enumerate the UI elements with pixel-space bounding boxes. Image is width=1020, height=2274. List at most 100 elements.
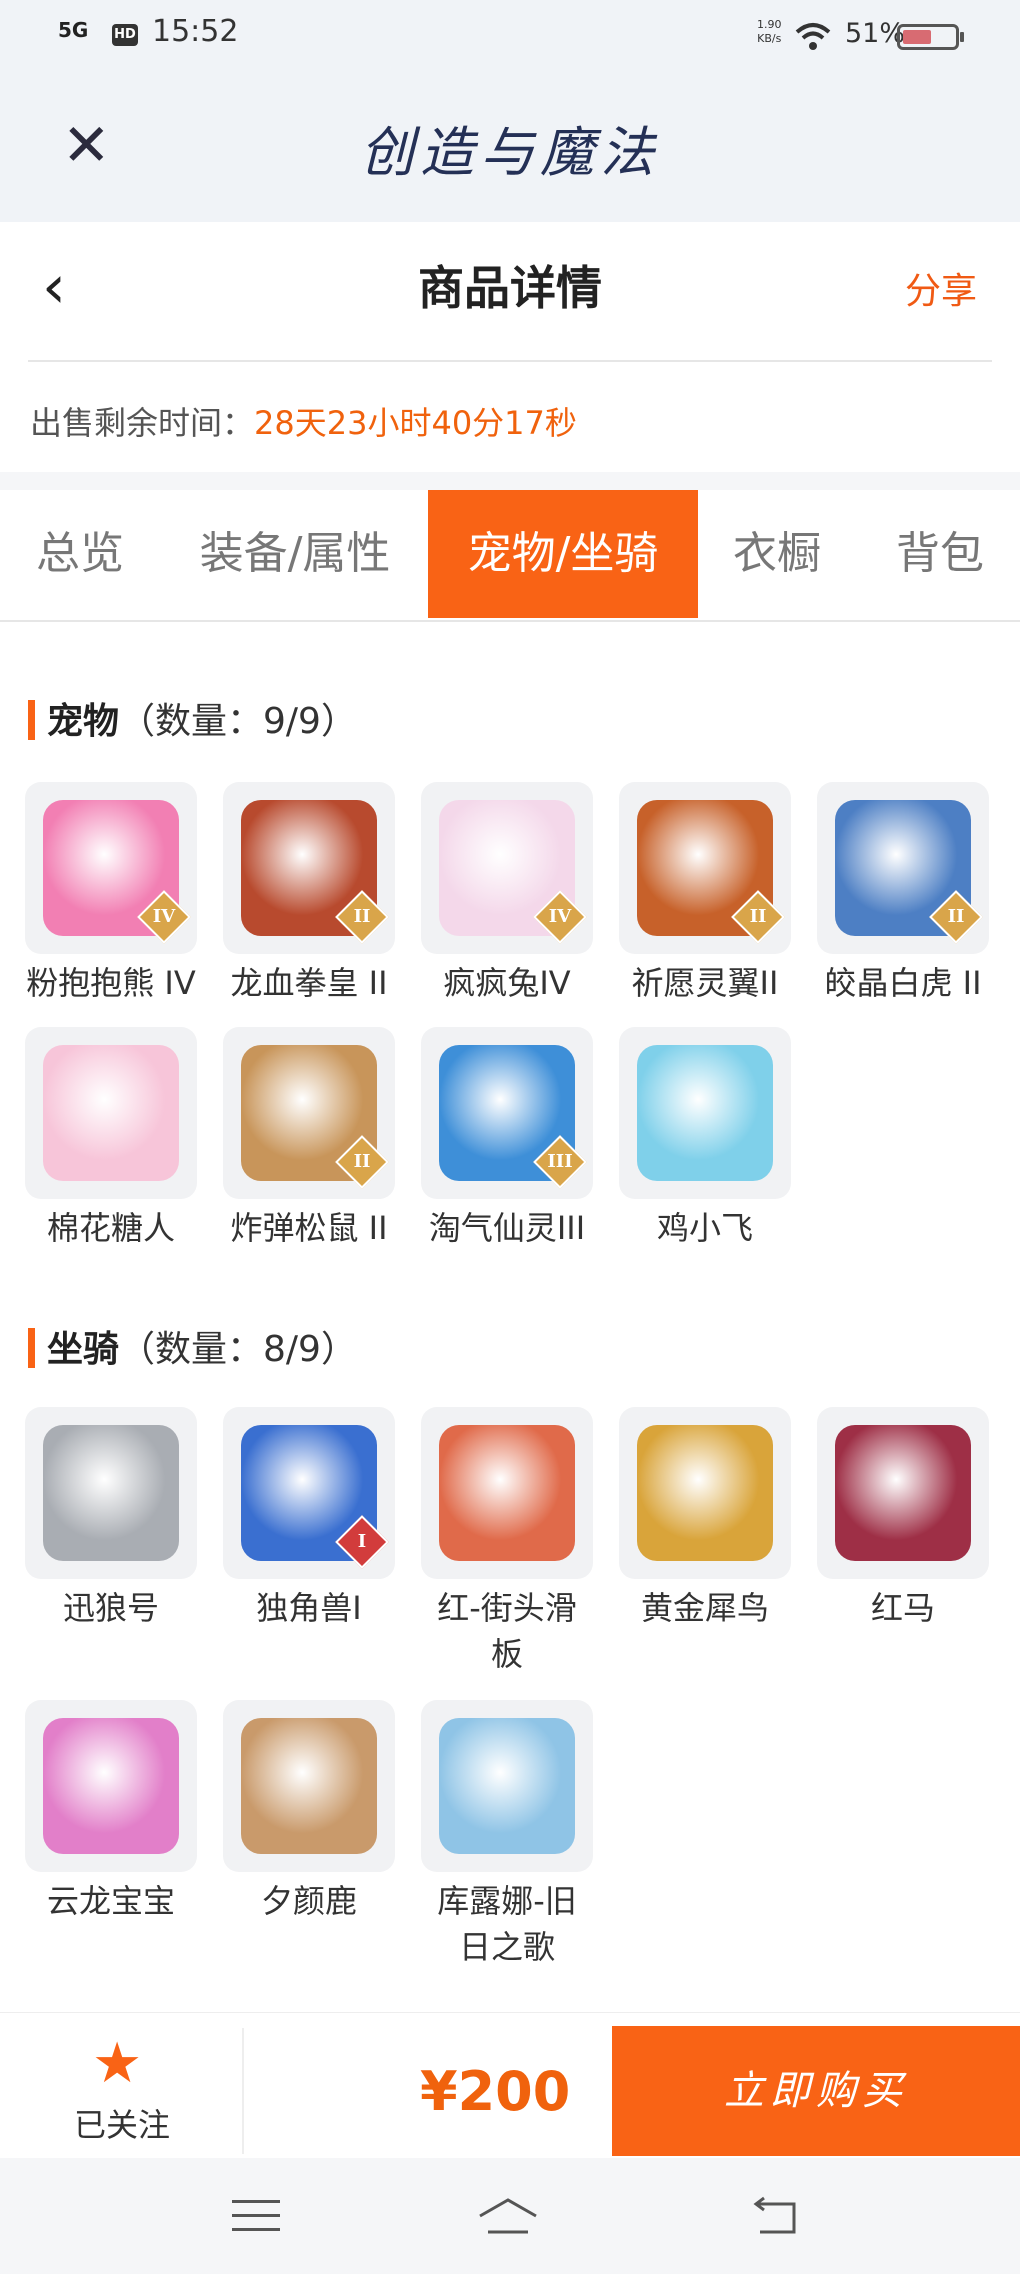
tab-equipment[interactable]: 装备/属性: [175, 490, 415, 618]
tab-overview[interactable]: 总览: [0, 490, 160, 618]
tier-label: II: [353, 906, 371, 927]
mount-item[interactable]: 迅狼号: [16, 1407, 206, 1631]
divider: [242, 2028, 244, 2154]
pet-item[interactable]: 鸡小飞: [610, 1027, 800, 1251]
item-image: [43, 1045, 179, 1181]
mount-item[interactable]: 红马: [808, 1407, 998, 1631]
item-name: 淘气仙灵III: [428, 1209, 586, 1247]
item-thumbnail[interactable]: II: [223, 1027, 395, 1199]
item-thumbnail[interactable]: II: [223, 782, 395, 954]
mount-item[interactable]: 库露娜-旧日之歌: [412, 1700, 602, 1970]
tier-label: IV: [548, 906, 572, 927]
share-button[interactable]: 分享: [905, 262, 977, 314]
item-thumbnail[interactable]: II: [817, 782, 989, 954]
home-icon[interactable]: [476, 2194, 540, 2238]
item-thumbnail[interactable]: [25, 1700, 197, 1872]
item-image: [241, 1718, 377, 1854]
item-thumbnail[interactable]: I: [223, 1407, 395, 1579]
section-marker: [28, 1328, 35, 1368]
hd-badge: HD: [112, 24, 138, 46]
divider: [28, 360, 992, 362]
tab-pets-mounts[interactable]: 宠物/坐骑: [428, 490, 698, 618]
back-nav-icon[interactable]: [750, 2194, 802, 2238]
app-title-bar: ✕ 创造与魔法: [0, 70, 1020, 222]
pet-item[interactable]: II 祈愿灵翼II: [610, 782, 800, 1006]
clock: 15:52: [152, 14, 239, 49]
item-image: [439, 1425, 575, 1561]
tier-label: III: [547, 1151, 573, 1172]
pet-item[interactable]: II 龙血拳皇 II: [214, 782, 404, 1006]
item-thumbnail[interactable]: IV: [25, 782, 197, 954]
star-icon[interactable]: ★: [92, 2034, 142, 2094]
tier-label: I: [357, 1531, 367, 1552]
item-name: 黄金犀鸟: [640, 1589, 769, 1627]
pet-item[interactable]: III 淘气仙灵III: [412, 1027, 602, 1251]
item-thumbnail[interactable]: II: [619, 782, 791, 954]
item-name: 迅狼号: [62, 1589, 159, 1627]
item-thumbnail[interactable]: [817, 1407, 989, 1579]
item-name: 粉抱抱熊 IV: [26, 964, 196, 1002]
item-name: 棉花糖人: [46, 1209, 175, 1247]
mount-item[interactable]: 云龙宝宝: [16, 1700, 206, 1924]
section-marker: [28, 700, 35, 740]
item-thumbnail[interactable]: IV: [421, 782, 593, 954]
mount-item[interactable]: 夕颜鹿: [214, 1700, 404, 1924]
section-count: （数量：8/9）: [119, 1329, 357, 1370]
tab-backpack[interactable]: 背包: [870, 490, 1010, 618]
tab-bar: 总览 装备/属性 宠物/坐骑 衣橱 背包: [0, 490, 1020, 622]
battery-percent: 51%: [845, 18, 906, 49]
item-name: 鸡小飞: [656, 1209, 753, 1247]
tab-wardrobe[interactable]: 衣橱: [712, 490, 842, 618]
item-name: 祈愿灵翼II: [631, 964, 779, 1002]
item-name: 炸弹松鼠 II: [230, 1209, 388, 1247]
tier-label: II: [749, 906, 767, 927]
battery-icon: [897, 24, 964, 50]
item-image: [637, 1045, 773, 1181]
mounts-section-header: 坐骑（数量：8/9）: [28, 1320, 357, 1372]
pet-item[interactable]: IV 粉抱抱熊 IV: [16, 782, 206, 1006]
item-name: 独角兽I: [256, 1589, 362, 1627]
countdown-label: 出售剩余时间：: [30, 404, 255, 442]
mount-item[interactable]: I 独角兽I: [214, 1407, 404, 1631]
mount-item[interactable]: 红-街头滑板: [412, 1407, 602, 1677]
sale-countdown: 出售剩余时间：28天23小时40分17秒: [30, 398, 577, 444]
pet-item[interactable]: IV 疯疯兔IV: [412, 782, 602, 1006]
follow-label[interactable]: 已关注: [74, 2100, 170, 2146]
tier-label: II: [947, 906, 965, 927]
item-thumbnail[interactable]: [619, 1027, 791, 1199]
section-title: 宠物: [47, 701, 120, 742]
item-image: [43, 1425, 179, 1561]
item-name: 夕颜鹿: [260, 1882, 357, 1920]
item-name: 龙血拳皇 II: [230, 964, 388, 1002]
item-thumbnail[interactable]: [421, 1700, 593, 1872]
item-thumbnail[interactable]: [25, 1027, 197, 1199]
net-speed: 1.90 KB/s: [757, 18, 782, 45]
app-title: 创造与魔法: [360, 121, 660, 184]
item-image: [637, 1425, 773, 1561]
menu-icon[interactable]: [230, 2194, 282, 2238]
item-thumbnail[interactable]: [421, 1407, 593, 1579]
pet-item[interactable]: II 炸弹松鼠 II: [214, 1027, 404, 1251]
item-thumbnail[interactable]: III: [421, 1027, 593, 1199]
wifi-icon: [795, 23, 831, 50]
section-title: 坐骑: [47, 1329, 120, 1370]
item-thumbnail[interactable]: [25, 1407, 197, 1579]
tier-label: IV: [152, 906, 176, 927]
item-image: [835, 1425, 971, 1561]
item-name: 皎晶白虎 II: [824, 964, 982, 1002]
countdown-value: 28天23小时40分17秒: [254, 404, 577, 442]
pets-section-header: 宠物（数量：9/9）: [28, 692, 357, 744]
buy-now-button[interactable]: 立即购买: [612, 2026, 1020, 2156]
item-name: 红马: [870, 1589, 935, 1627]
pet-item[interactable]: 棉花糖人: [16, 1027, 206, 1251]
pet-item[interactable]: II 皎晶白虎 II: [808, 782, 998, 1006]
item-name: 库露娜-旧日之歌: [437, 1882, 577, 1966]
item-image: [439, 1718, 575, 1854]
tier-label: II: [353, 1151, 371, 1172]
mount-item[interactable]: 黄金犀鸟: [610, 1407, 800, 1631]
section-count: （数量：9/9）: [119, 701, 357, 742]
page-title: 商品详情: [418, 261, 602, 315]
item-thumbnail[interactable]: [223, 1700, 395, 1872]
item-name: 云龙宝宝: [46, 1882, 175, 1920]
item-thumbnail[interactable]: [619, 1407, 791, 1579]
